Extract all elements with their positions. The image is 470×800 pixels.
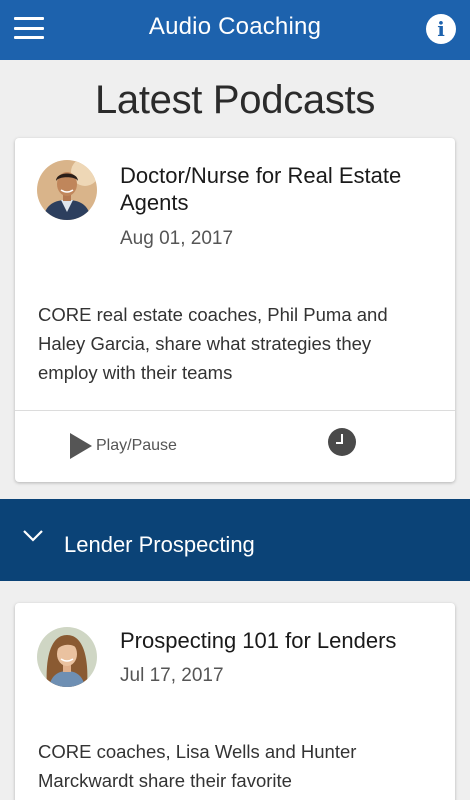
play-icon xyxy=(70,433,92,459)
info-icon[interactable]: i xyxy=(426,14,456,44)
male-coach-avatar xyxy=(37,160,97,220)
play-pause-button[interactable]: Play/Pause xyxy=(70,430,177,462)
clock-icon[interactable] xyxy=(328,428,356,456)
page-title: Latest Podcasts xyxy=(94,78,376,122)
card-divider xyxy=(15,410,455,411)
podcast-title[interactable]: Doctor/Nurse for Real Estate Agents xyxy=(120,162,437,216)
play-pause-label: Play/Pause xyxy=(96,437,177,454)
podcast-description: CORE coaches, Lisa Wells and Hunter Marc… xyxy=(38,741,357,791)
section-label: Lender Prospecting xyxy=(64,532,255,557)
female-coach-avatar xyxy=(37,627,97,687)
chevron-down-icon xyxy=(23,530,43,542)
podcast-card: Prospecting 101 for Lenders Jul 17, 2017… xyxy=(15,603,455,800)
podcast-card: Doctor/Nurse for Real Estate Agents Aug … xyxy=(15,138,455,482)
podcast-date: Aug 01, 2017 xyxy=(120,228,234,249)
podcast-date: Jul 17, 2017 xyxy=(120,665,224,686)
section-header-lender-prospecting[interactable]: Lender Prospecting xyxy=(0,499,470,581)
podcast-description: CORE real estate coaches, Phil Puma and … xyxy=(38,304,388,383)
app-title: Audio Coaching xyxy=(148,13,322,40)
app-header: Audio Coaching i xyxy=(0,0,470,60)
podcast-title[interactable]: Prospecting 101 for Lenders xyxy=(120,627,437,654)
